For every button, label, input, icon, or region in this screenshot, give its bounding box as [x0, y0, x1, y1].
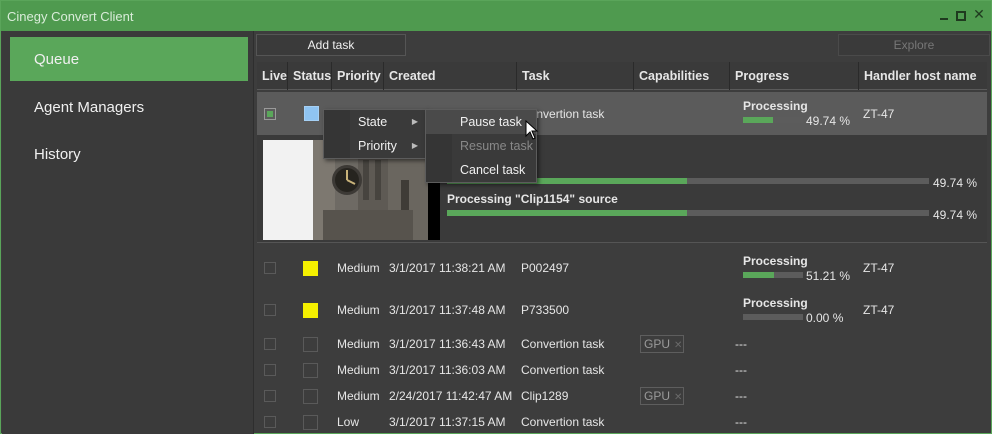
capability-badge: GPU ✕ [640, 335, 684, 353]
created-cell: 3/1/2017 11:36:43 AM [389, 337, 506, 351]
progress-label: Processing [743, 99, 808, 113]
progress-text: --- [735, 363, 747, 377]
column-header-created[interactable]: Created [384, 62, 517, 90]
menu-item-label: State [358, 115, 388, 129]
created-cell: 3/1/2017 11:37:15 AM [389, 415, 506, 429]
priority-cell: Medium [337, 363, 380, 377]
title-bar[interactable]: Cinegy Convert Client ✕ [1, 1, 991, 31]
priority-cell: Medium [337, 261, 380, 275]
mouse-cursor-icon [525, 120, 539, 140]
step2-progress-value: 49.74 % [933, 208, 978, 222]
capability-badge: GPU ✕ [640, 387, 684, 405]
live-checkbox[interactable] [264, 304, 276, 316]
progress-bar [743, 117, 803, 123]
live-checkbox[interactable] [264, 338, 276, 350]
progress-label: Processing [743, 254, 808, 268]
status-indicator [303, 303, 318, 318]
app-window: Cinegy Convert Client ✕ Queue Agent Mana… [0, 0, 992, 434]
sidebar-item-label: Agent Managers [34, 99, 145, 116]
task-cell: Convertion task [521, 363, 605, 377]
maximize-button[interactable] [956, 11, 966, 21]
host-cell: ZT-47 [863, 303, 895, 317]
host-cell: ZT-47 [863, 107, 895, 121]
priority-cell: Medium [337, 389, 380, 403]
sidebar: Queue Agent Managers History [2, 31, 254, 434]
context-menu: State ▶ Priority ▶ [323, 109, 427, 159]
priority-cell: Low [337, 415, 360, 429]
explore-button[interactable]: Explore [838, 34, 990, 56]
created-cell: 3/1/2017 11:37:48 AM [389, 303, 506, 317]
table-row[interactable]: Medium 2/24/2017 11:42:47 AM Clip1289 GPU ✕ -… [257, 383, 987, 409]
column-header-live[interactable]: Live [257, 62, 288, 90]
column-header-priority[interactable]: Priority [332, 62, 384, 90]
status-indicator [303, 261, 318, 276]
progress-bar [743, 314, 803, 320]
created-cell: 3/1/2017 11:36:03 AM [389, 363, 506, 377]
status-indicator [303, 389, 318, 404]
live-checkbox[interactable] [264, 108, 276, 120]
progress-value: 51.21 % [806, 269, 851, 283]
state-submenu: Pause task Resume task Cancel task [425, 109, 537, 183]
sidebar-item-label: History [34, 146, 81, 163]
menu-item-state[interactable]: State ▶ [324, 110, 426, 134]
live-checkbox[interactable] [264, 416, 276, 428]
live-checkbox[interactable] [264, 364, 276, 376]
status-indicator [303, 415, 318, 430]
step2-progress-bar [447, 210, 929, 216]
table-row[interactable]: Low 3/1/2017 11:37:15 AM Convertion task --… [257, 409, 987, 434]
step2-label: Processing "Clip1154" source [447, 192, 618, 206]
table-row[interactable]: Medium 3/1/2017 11:36:43 AM Convertion tas… [257, 331, 987, 357]
status-indicator [304, 106, 319, 121]
submenu-arrow-icon: ▶ [411, 141, 418, 150]
minimize-button[interactable] [938, 10, 950, 22]
task-cell: P733500 [521, 303, 570, 317]
menu-item-priority[interactable]: Priority ▶ [324, 134, 426, 158]
add-task-button[interactable]: Add task [256, 34, 406, 56]
sidebar-item-history[interactable]: History [10, 132, 248, 176]
column-header-task[interactable]: Task [517, 62, 634, 90]
progress-label: Processing [743, 296, 808, 310]
priority-cell: Medium [337, 303, 380, 317]
live-checkbox[interactable] [264, 262, 276, 274]
step1-progress-value: 49.74 % [933, 176, 978, 190]
progress-bar [743, 272, 803, 278]
sidebar-item-label: Queue [34, 51, 80, 68]
progress-value: 49.74 % [806, 114, 851, 128]
menu-item-label: Priority [358, 139, 397, 153]
sidebar-item-queue[interactable]: Queue [10, 37, 248, 81]
priority-cell: Medium [337, 337, 380, 351]
close-button[interactable]: ✕ [973, 7, 985, 21]
window-title: Cinegy Convert Client [7, 9, 134, 24]
live-checkbox[interactable] [264, 390, 276, 402]
status-indicator [303, 363, 318, 378]
column-header-status[interactable]: Status [288, 62, 332, 90]
sidebar-item-agent-managers[interactable]: Agent Managers [10, 85, 248, 129]
task-cell: Clip1289 [521, 389, 569, 403]
menu-item-pause-task[interactable]: Pause task [426, 110, 536, 134]
column-header-progress[interactable]: Progress [730, 62, 859, 90]
submenu-arrow-icon: ▶ [411, 117, 418, 126]
progress-text: --- [735, 415, 747, 429]
table-row[interactable]: Medium 3/1/2017 11:38:21 AM P002497 Process… [257, 247, 987, 289]
task-cell: Convertion task [521, 337, 605, 351]
host-cell: ZT-47 [863, 261, 895, 275]
grid-header: Live Status Priority Created Task Capabi… [257, 62, 987, 90]
created-cell: 2/24/2017 11:42:47 AM [389, 389, 513, 403]
created-cell: 3/1/2017 11:38:21 AM [389, 261, 506, 275]
task-cell: Convertion task [521, 415, 605, 429]
table-row[interactable]: Medium 3/1/2017 11:36:03 AM Convertion tas… [257, 357, 987, 383]
task-cell: P002497 [521, 261, 570, 275]
table-row[interactable]: Medium 3/1/2017 11:37:48 AM P733500 Process… [257, 289, 987, 331]
column-header-handler-host[interactable]: Handler host name [859, 62, 987, 90]
remove-icon: ✕ [674, 392, 683, 403]
column-header-capabilities[interactable]: Capabilities [634, 62, 730, 90]
remove-icon: ✕ [674, 340, 683, 351]
progress-text: --- [735, 389, 747, 403]
menu-item-resume-task[interactable]: Resume task [426, 134, 536, 158]
status-indicator [303, 337, 318, 352]
progress-value: 0.00 % [806, 311, 844, 325]
menu-item-cancel-task[interactable]: Cancel task [426, 158, 536, 182]
progress-text: --- [735, 337, 747, 351]
